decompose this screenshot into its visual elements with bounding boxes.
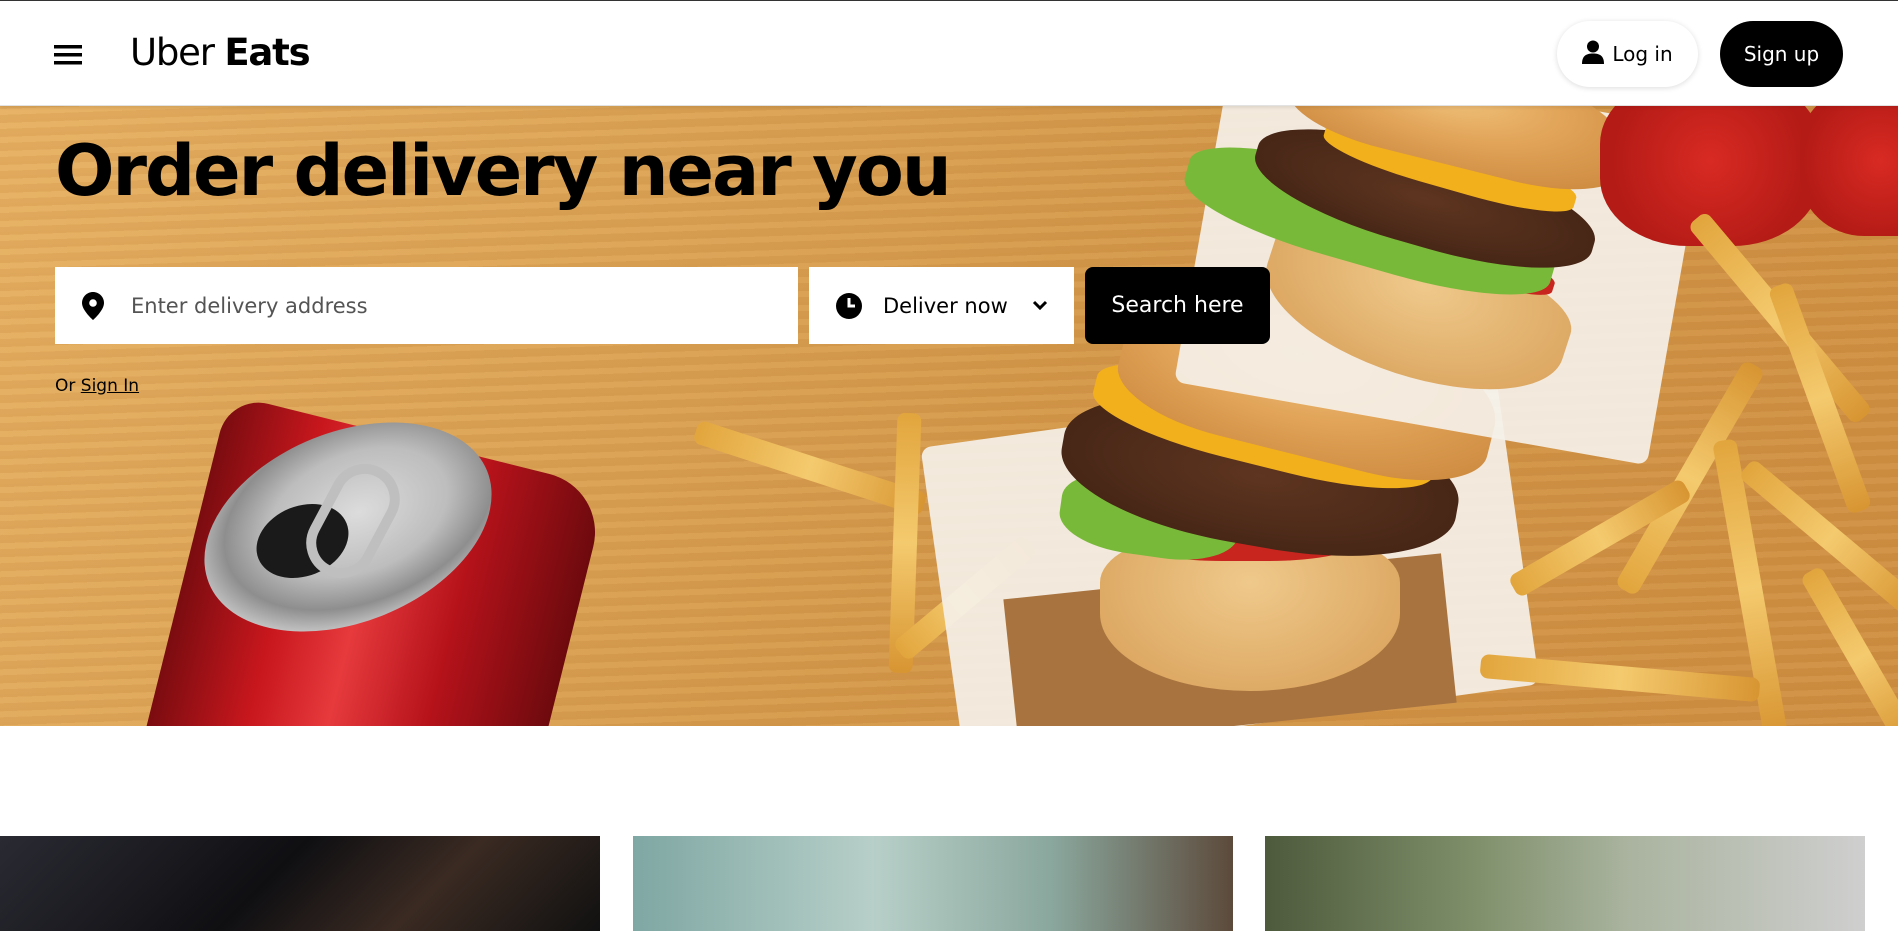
delivery-time-label: Deliver now xyxy=(883,293,1008,318)
page-title: Order delivery near you xyxy=(55,130,952,212)
top-navigation-bar: Uber Eats Log in Sign up xyxy=(0,0,1898,106)
french-fry-image xyxy=(692,419,928,517)
search-button[interactable]: Search here xyxy=(1085,267,1270,344)
delivery-address-input[interactable] xyxy=(131,285,771,326)
french-fry-image xyxy=(1479,653,1761,703)
chevron-down-icon xyxy=(1030,295,1050,315)
logo-eats-text: Eats xyxy=(224,31,310,74)
uber-eats-logo[interactable]: Uber Eats xyxy=(130,31,311,74)
delivery-address-field[interactable] xyxy=(55,267,798,344)
promo-cards xyxy=(0,836,1898,931)
login-label: Log in xyxy=(1612,42,1673,66)
logo-uber-text: Uber xyxy=(130,31,215,74)
delivery-time-select[interactable]: Deliver now xyxy=(809,267,1074,344)
promo-card-image[interactable] xyxy=(0,836,600,931)
signup-button[interactable]: Sign up xyxy=(1720,21,1843,87)
clock-icon xyxy=(835,292,863,320)
or-text: Or xyxy=(55,376,76,396)
location-pin-icon xyxy=(79,291,107,320)
person-icon xyxy=(1582,40,1605,69)
login-button[interactable]: Log in xyxy=(1557,21,1698,87)
hamburger-menu-icon[interactable] xyxy=(50,37,86,73)
or-signin-text: Or Sign In xyxy=(55,376,139,396)
hero-section: Order delivery near you Deliver now Sear… xyxy=(0,106,1898,726)
promo-card-image[interactable] xyxy=(633,836,1233,931)
tomato-net-image xyxy=(1800,106,1898,236)
signin-link[interactable]: Sign In xyxy=(81,376,139,396)
promo-card-image[interactable] xyxy=(1265,836,1865,931)
